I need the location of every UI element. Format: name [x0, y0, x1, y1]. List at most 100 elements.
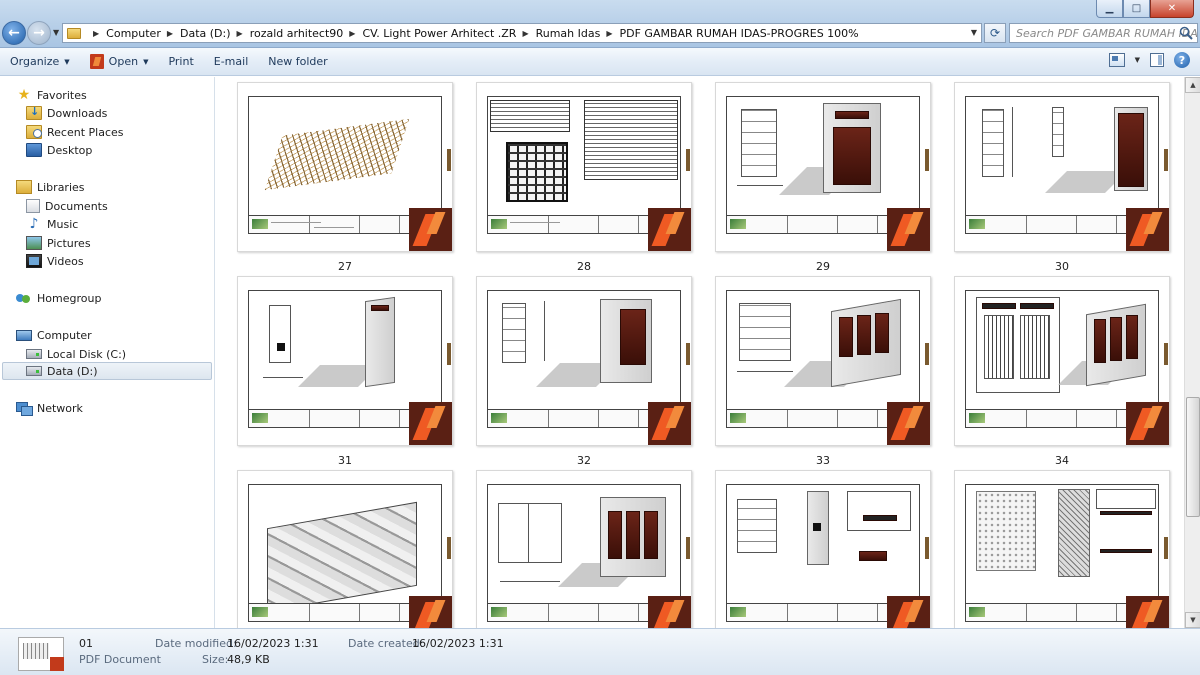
- help-icon[interactable]: ?: [1174, 52, 1190, 68]
- nav-label: Computer: [37, 328, 92, 342]
- back-button[interactable]: ←: [2, 21, 26, 45]
- network-icon: [16, 401, 33, 416]
- preview-pane-icon[interactable]: [1150, 53, 1164, 67]
- chevron-right-icon: ▶: [236, 28, 243, 38]
- nav-label: Pictures: [47, 236, 91, 250]
- nav-label: Network: [37, 401, 83, 415]
- file-list-view: 27 28 29 30 31 32 33 34: [216, 77, 1184, 628]
- door-elevation-drawing: [737, 499, 777, 553]
- hard-disk-icon: [26, 349, 42, 359]
- breadcrumb-label: CV. Light Power Arhitect .ZR: [362, 26, 517, 40]
- chevron-down-icon: ▼: [143, 57, 149, 66]
- pdf-app-icon: [50, 657, 64, 671]
- pdf-app-icon: [648, 208, 691, 251]
- window-elevation-drawing: [739, 303, 791, 361]
- pdf-app-icon: [1126, 402, 1169, 445]
- close-button[interactable]: ✕: [1150, 0, 1194, 18]
- view-dropdown-icon[interactable]: ▼: [1135, 56, 1140, 64]
- date-modified-label: Date modified:: [155, 637, 237, 650]
- arrow-up-icon: ▲: [1190, 81, 1196, 89]
- size-label: Size:: [202, 653, 229, 666]
- nav-favorites[interactable]: ★ Favorites: [16, 86, 87, 104]
- forward-button[interactable]: →: [27, 21, 51, 45]
- breadcrumb-computer[interactable]: ▶ Computer: [87, 27, 161, 40]
- open-label: Open: [108, 55, 139, 68]
- arrow-right-icon: →: [33, 25, 45, 41]
- pdf-app-icon: [409, 402, 452, 445]
- nav-pictures[interactable]: Pictures: [26, 234, 91, 252]
- hard-disk-icon: [26, 366, 42, 376]
- arrow-left-icon: ←: [8, 25, 20, 41]
- downloads-folder-icon: [26, 105, 42, 120]
- roof-framing-drawing: [264, 118, 410, 191]
- breadcrumb-data-d[interactable]: ▶ Data (D:): [161, 27, 231, 40]
- schedule-table-drawing: [490, 100, 570, 132]
- sheet-tab-mark: [686, 537, 690, 559]
- open-button[interactable]: Open ▼: [80, 51, 159, 73]
- sheet-tab-mark: [686, 149, 690, 171]
- nav-libraries[interactable]: Libraries: [16, 178, 85, 196]
- nav-homegroup[interactable]: Homegroup: [16, 289, 101, 307]
- nav-network[interactable]: Network: [16, 399, 83, 417]
- nav-label: Data (D:): [47, 364, 98, 378]
- nav-local-disk-c[interactable]: Local Disk (C:): [26, 345, 126, 363]
- maximize-button[interactable]: □: [1123, 0, 1150, 18]
- search-input[interactable]: Search PDF GAMBAR RUMAH IDA...: [1009, 23, 1198, 43]
- nav-label: Videos: [47, 254, 84, 268]
- breadcrumb-cv-light-power[interactable]: ▶ CV. Light Power Arhitect .ZR: [343, 27, 516, 40]
- nav-label: Favorites: [37, 88, 87, 102]
- title-bar: ▁ □ ✕ ← → ▼ ▶ Computer ▶ Data (D:) ▶ rozald…: [0, 0, 1200, 48]
- address-bar[interactable]: ▶ Computer ▶ Data (D:) ▶ rozald arhitect90 …: [62, 23, 982, 43]
- folder-icon: [67, 27, 81, 39]
- breadcrumb-label: Data (D:): [180, 26, 231, 40]
- sheet-tab-mark: [925, 537, 929, 559]
- nav-label: Homegroup: [37, 291, 102, 305]
- minimize-button[interactable]: ▁: [1096, 0, 1123, 18]
- email-button[interactable]: E-mail: [204, 51, 259, 73]
- nav-data-d[interactable]: Data (D:): [2, 362, 212, 380]
- nav-documents[interactable]: Documents: [26, 197, 108, 215]
- libraries-icon: [16, 180, 32, 194]
- pdf-app-icon: [887, 596, 930, 628]
- pdf-thumbnail: [237, 276, 453, 446]
- file-name: 33: [816, 454, 830, 467]
- file-name: 29: [816, 260, 830, 273]
- scroll-down-button[interactable]: ▼: [1185, 612, 1200, 628]
- organize-button[interactable]: Organize ▼: [0, 51, 80, 73]
- organize-label: Organize: [10, 55, 60, 68]
- recent-pages-dropdown[interactable]: ▼: [53, 28, 59, 37]
- address-dropdown[interactable]: ▼: [971, 28, 977, 37]
- nav-downloads[interactable]: Downloads: [26, 104, 107, 122]
- breadcrumb-pdf-gambar[interactable]: ▶ PDF GAMBAR RUMAH IDAS-PROGRES 100%: [600, 27, 858, 40]
- nav-label: Libraries: [37, 180, 85, 194]
- size-value: 48,9 KB: [227, 653, 270, 666]
- star-icon: ★: [17, 87, 31, 103]
- new-folder-button[interactable]: New folder: [258, 51, 337, 73]
- pictures-icon: [26, 236, 42, 250]
- pdf-app-icon: [887, 208, 930, 251]
- pdf-app-icon: [1126, 208, 1169, 251]
- print-button[interactable]: Print: [158, 51, 203, 73]
- selected-file-type: PDF Document: [79, 653, 161, 666]
- chevron-down-icon: ▼: [64, 57, 70, 66]
- date-modified-value: 16/02/2023 1:31: [227, 637, 319, 650]
- refresh-button[interactable]: ⟳: [984, 23, 1006, 43]
- nav-music[interactable]: ♪ Music: [26, 215, 79, 233]
- scrollbar-thumb[interactable]: [1186, 397, 1200, 517]
- nav-videos[interactable]: Videos: [26, 252, 84, 270]
- scroll-up-button[interactable]: ▲: [1185, 77, 1200, 93]
- nav-recent-places[interactable]: Recent Places: [26, 123, 124, 141]
- file-name: 27: [338, 260, 352, 273]
- file-name: 32: [577, 454, 591, 467]
- vertical-scrollbar[interactable]: ▲ ▼: [1184, 77, 1200, 628]
- window-elevation-drawing: [498, 503, 562, 563]
- nav-computer[interactable]: Computer: [16, 326, 92, 344]
- nav-desktop[interactable]: Desktop: [26, 141, 92, 159]
- date-created-value: 16/02/2023 1:31: [412, 637, 504, 650]
- chevron-right-icon: ▶: [93, 28, 100, 38]
- breadcrumb-rumah-idas[interactable]: ▶ Rumah Idas: [516, 27, 600, 40]
- change-view-icon[interactable]: [1108, 53, 1125, 67]
- breadcrumb-rozald[interactable]: ▶ rozald arhitect90: [231, 27, 344, 40]
- pdf-thumbnail: [237, 82, 453, 252]
- window-elevation-drawing: [502, 303, 526, 363]
